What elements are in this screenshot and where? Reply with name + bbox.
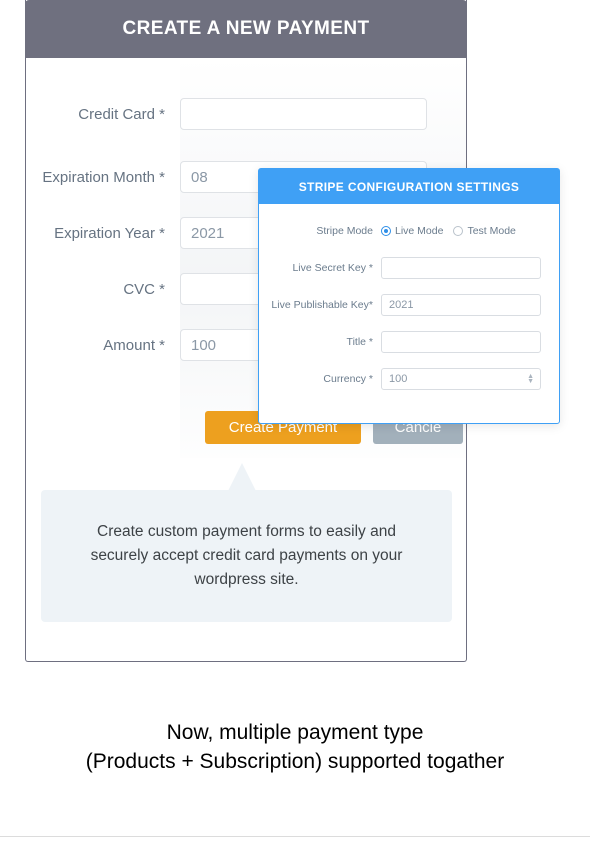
page-title: CREATE A NEW PAYMENT xyxy=(122,18,370,39)
stripe-modal-title: STRIPE CONFIGURATION SETTINGS xyxy=(298,179,520,194)
stripe-mode-label: Stripe Mode xyxy=(316,225,373,237)
stripe-configuration-modal: STRIPE CONFIGURATION SETTINGS Stripe Mod… xyxy=(258,168,560,424)
live-publishable-key-input[interactable] xyxy=(381,294,541,316)
radio-test-mode-label: Test Mode xyxy=(467,225,516,237)
headline-line-1: Now, multiple payment type xyxy=(166,721,424,744)
title-input[interactable] xyxy=(381,331,541,353)
payment-card-header: CREATE A NEW PAYMENT xyxy=(25,0,467,58)
credit-card-input[interactable] xyxy=(180,98,427,130)
radio-live-mode-label: Live Mode xyxy=(395,225,444,237)
radio-option-live-mode[interactable]: Live Mode xyxy=(381,225,443,237)
expiration-month-label: Expiration Month * xyxy=(42,168,165,186)
info-callout: Create custom payment forms to easily an… xyxy=(41,490,452,622)
bottom-headline: Now, multiple payment type (Products + S… xyxy=(0,718,590,776)
info-callout-text: Create custom payment forms to easily an… xyxy=(90,523,403,588)
callout-pointer xyxy=(228,463,256,491)
live-secret-key-label: Live Secret Key * xyxy=(292,262,373,274)
form-row-credit-card: Credit Card * xyxy=(0,98,442,130)
radio-live-mode-icon[interactable] xyxy=(381,226,391,236)
radio-option-test-mode[interactable]: Test Mode xyxy=(453,225,516,237)
live-secret-key-input[interactable] xyxy=(381,257,541,279)
credit-card-label: Credit Card * xyxy=(78,105,165,123)
expiration-year-label: Expiration Year * xyxy=(54,224,165,242)
stripe-modal-header: STRIPE CONFIGURATION SETTINGS xyxy=(259,169,559,204)
stripe-modal-body: Stripe Mode Live Mode Test Mode Live Sec… xyxy=(259,204,559,390)
currency-select-wrapper: ▲▼ xyxy=(381,368,541,390)
live-secret-key-row: Live Secret Key * xyxy=(259,257,559,279)
stripe-mode-radio-group: Live Mode Test Mode xyxy=(381,225,516,237)
currency-label: Currency * xyxy=(323,373,373,385)
headline-line-2: (Products + Subscription) supported toga… xyxy=(85,750,505,773)
live-publishable-key-label: Live Publishable Key* xyxy=(271,299,373,311)
radio-test-mode-icon[interactable] xyxy=(453,226,464,236)
title-row: Title * xyxy=(259,331,559,353)
currency-row: Currency * ▲▼ xyxy=(259,368,559,390)
cvc-label: CVC * xyxy=(123,280,165,298)
stripe-mode-row: Stripe Mode Live Mode Test Mode xyxy=(259,220,559,242)
bottom-divider xyxy=(0,836,590,837)
currency-select[interactable] xyxy=(381,368,541,390)
live-publishable-key-row: Live Publishable Key* xyxy=(259,294,559,316)
amount-label: Amount * xyxy=(103,336,165,354)
title-label: Title * xyxy=(346,336,373,348)
